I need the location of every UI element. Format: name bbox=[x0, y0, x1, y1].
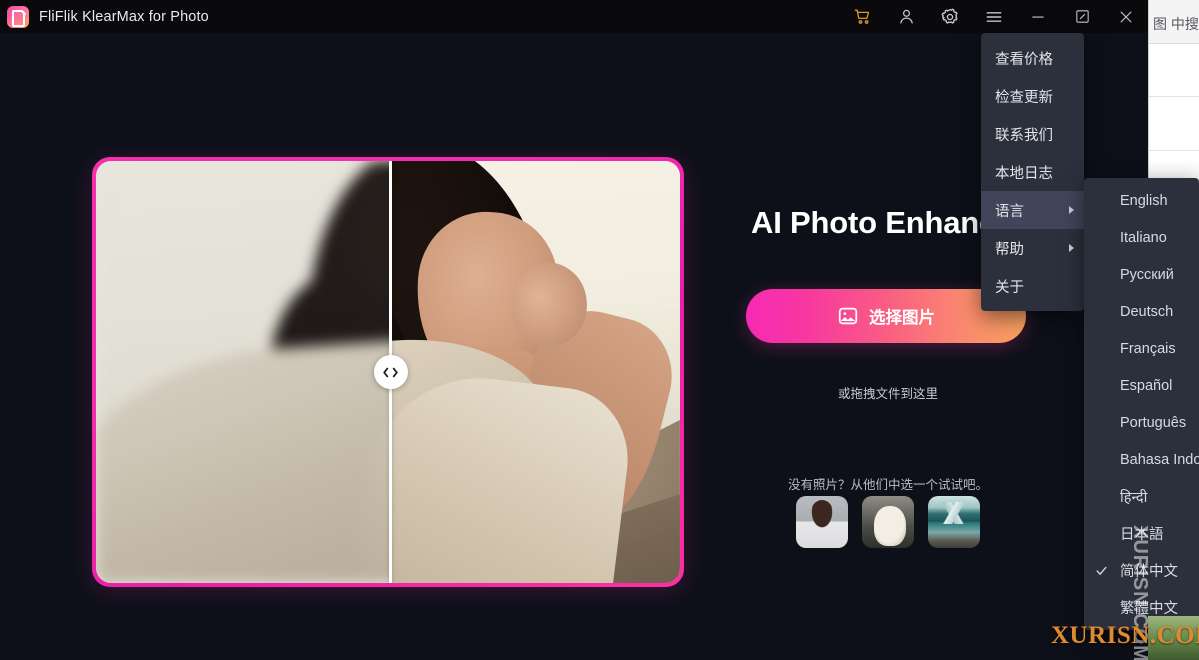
menu-item-label: 查看价格 bbox=[995, 51, 1053, 68]
language-label: Italiano bbox=[1120, 229, 1167, 246]
left-right-arrows-icon bbox=[381, 365, 400, 380]
settings-gear-icon bbox=[940, 7, 960, 27]
menu-item-label: 帮助 bbox=[995, 241, 1024, 258]
minimize-icon bbox=[1029, 8, 1047, 26]
drag-drop-hint: 或拖拽文件到这里 bbox=[837, 387, 938, 401]
comparison-slider-handle[interactable] bbox=[373, 355, 408, 389]
main-content: AI Photo Enhancer 选择图片 或拖拽文件到这里 没有照片？从他们… bbox=[0, 33, 1148, 660]
language-label: Русский bbox=[1120, 266, 1174, 283]
titlebar: FliFlik KlearMax for Photo bbox=[0, 0, 1148, 33]
account-icon bbox=[897, 7, 916, 26]
background-window-divider bbox=[1149, 150, 1199, 151]
app-logo-icon bbox=[7, 5, 29, 28]
language-label: English bbox=[1120, 192, 1168, 209]
photo-after bbox=[390, 161, 680, 583]
preview-canvas[interactable] bbox=[96, 161, 680, 583]
chevron-right-icon bbox=[1069, 206, 1074, 214]
language-label: Português bbox=[1120, 414, 1187, 431]
menu-item-contact-us[interactable]: 联系我们 bbox=[981, 115, 1084, 153]
close-button[interactable] bbox=[1104, 0, 1148, 33]
menu-item-language[interactable]: 语言 bbox=[981, 191, 1084, 229]
menu-item-about[interactable]: 关于 bbox=[981, 267, 1084, 305]
language-label: 简体中文 bbox=[1120, 564, 1178, 580]
language-label: 繁體中文 bbox=[1120, 601, 1178, 617]
maximize-icon bbox=[1074, 8, 1091, 25]
menu-item-local-log[interactable]: 本地日志 bbox=[981, 153, 1084, 191]
language-option-francais[interactable]: Français bbox=[1084, 330, 1199, 367]
menu-item-help[interactable]: 帮助 bbox=[981, 229, 1084, 267]
hamburger-menu-icon bbox=[984, 7, 1004, 27]
main-dropdown-menu[interactable]: 查看价格 检查更新 联系我们 本地日志 语言 帮助 关于 bbox=[981, 33, 1084, 311]
language-submenu[interactable]: English Italiano Русский Deutsch Françai… bbox=[1084, 178, 1199, 630]
checkmark-icon bbox=[1096, 565, 1107, 577]
menu-item-label: 检查更新 bbox=[995, 89, 1053, 106]
cart-button[interactable] bbox=[840, 0, 884, 33]
language-option-portugues[interactable]: Português bbox=[1084, 404, 1199, 441]
language-label: Deutsch bbox=[1120, 303, 1174, 320]
close-icon bbox=[1117, 8, 1135, 26]
background-window-text: 图 中搜索 bbox=[1153, 16, 1199, 32]
language-label: Bahasa Indonesia bbox=[1120, 451, 1199, 468]
preview-before-half bbox=[96, 161, 391, 583]
language-option-hindi[interactable]: हिन्दी bbox=[1084, 478, 1199, 515]
photo-before bbox=[96, 161, 391, 583]
sample-landscape[interactable] bbox=[928, 496, 980, 548]
language-option-espanol[interactable]: Español bbox=[1084, 367, 1199, 404]
menu-item-check-update[interactable]: 检查更新 bbox=[981, 77, 1084, 115]
sample-images-row bbox=[688, 496, 1088, 548]
settings-button[interactable] bbox=[928, 0, 972, 33]
menu-item-label: 关于 bbox=[995, 279, 1024, 296]
language-option-english[interactable]: English bbox=[1084, 182, 1199, 219]
background-window-divider bbox=[1149, 96, 1199, 97]
watermark-grass-strip bbox=[1148, 616, 1199, 660]
preview-after-half bbox=[390, 161, 680, 583]
cart-icon bbox=[853, 7, 872, 26]
language-option-japanese[interactable]: 日本語 bbox=[1084, 515, 1199, 552]
maximize-button[interactable] bbox=[1060, 0, 1104, 33]
language-option-russian[interactable]: Русский bbox=[1084, 256, 1199, 293]
menu-item-label: 本地日志 bbox=[995, 165, 1053, 182]
sample-portrait[interactable] bbox=[796, 496, 848, 548]
hamburger-menu-button[interactable] bbox=[972, 0, 1016, 33]
language-option-simplified-chinese[interactable]: 简体中文 bbox=[1084, 552, 1199, 589]
before-after-preview[interactable] bbox=[92, 157, 684, 587]
minimize-button[interactable] bbox=[1016, 0, 1060, 33]
language-option-italiano[interactable]: Italiano bbox=[1084, 219, 1199, 256]
language-option-bahasa-indonesia[interactable]: Bahasa Indonesia bbox=[1084, 441, 1199, 478]
screen: 图 中搜索 FliFlik KlearMax for Photo bbox=[0, 0, 1199, 660]
language-label: हिन्दी bbox=[1120, 489, 1148, 506]
language-label: Français bbox=[1120, 340, 1176, 357]
menu-item-pricing[interactable]: 查看价格 bbox=[981, 39, 1084, 77]
menu-item-label: 联系我们 bbox=[995, 127, 1053, 144]
sample-cat[interactable] bbox=[862, 496, 914, 548]
choose-image-label: 选择图片 bbox=[869, 309, 935, 327]
chevron-right-icon bbox=[1069, 244, 1074, 252]
samples-label: 没有照片？从他们中选一个试试吧。 bbox=[787, 478, 988, 492]
app-window: FliFlik KlearMax for Photo AI Photo Enha… bbox=[0, 0, 1148, 660]
language-label: 日本語 bbox=[1120, 527, 1164, 543]
language-option-deutsch[interactable]: Deutsch bbox=[1084, 293, 1199, 330]
image-picker-icon bbox=[837, 305, 859, 327]
menu-item-label: 语言 bbox=[995, 203, 1024, 220]
account-button[interactable] bbox=[884, 0, 928, 33]
app-title: FliFlik KlearMax for Photo bbox=[39, 8, 209, 25]
language-label: Español bbox=[1120, 377, 1173, 394]
